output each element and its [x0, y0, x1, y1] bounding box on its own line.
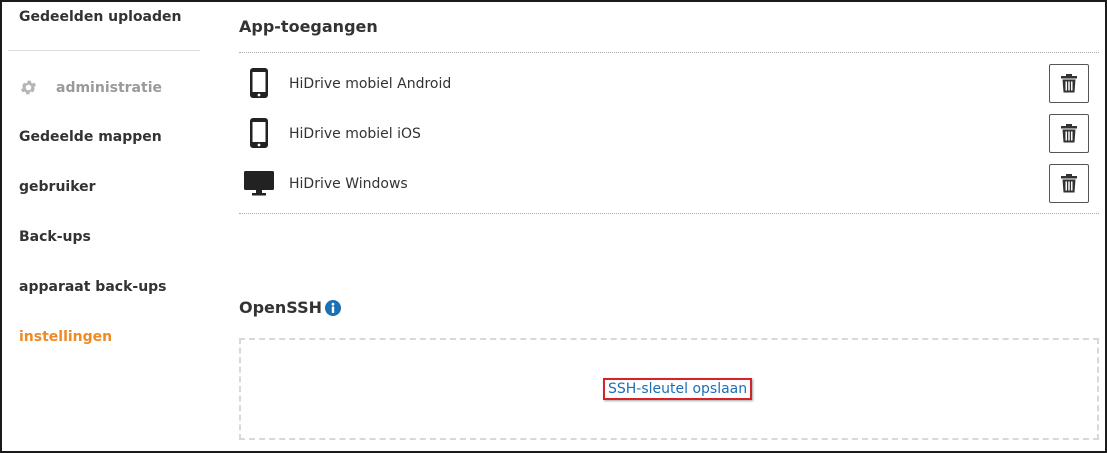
sidebar-section-administration: administratie [19, 78, 162, 97]
save-ssh-key-link[interactable]: SSH-sleutel opslaan [603, 378, 753, 400]
sidebar-item-shared-folders[interactable]: Gedeelde mappen [19, 129, 162, 145]
main-content: App-toegangen HiDrive mobiel Android HiD… [239, 2, 1099, 451]
delete-app-button[interactable] [1049, 64, 1089, 103]
trash-icon [1061, 174, 1077, 193]
sidebar-item-device-backups[interactable]: apparaat back-ups [19, 279, 167, 295]
app-row: HiDrive Windows [239, 164, 1099, 204]
desktop-monitor-icon [243, 166, 275, 200]
sidebar: Gedeelden uploaden administratie Gedeeld… [8, 2, 200, 451]
app-row: HiDrive mobiel Android [239, 64, 1099, 104]
delete-app-button[interactable] [1049, 164, 1089, 203]
gear-icon [20, 80, 37, 95]
trash-icon [1061, 124, 1077, 143]
app-name: HiDrive mobiel iOS [289, 126, 421, 142]
app-name: HiDrive Windows [289, 176, 408, 192]
trash-icon [1061, 74, 1077, 93]
section-divider [239, 52, 1099, 53]
app-access-title: App-toegangen [239, 17, 378, 36]
smartphone-icon [243, 116, 275, 150]
app-name: HiDrive mobiel Android [289, 76, 452, 92]
sidebar-divider [8, 50, 200, 51]
app-window: Gedeelden uploaden administratie Gedeeld… [0, 0, 1107, 453]
sidebar-section-label: administratie [56, 79, 162, 96]
section-divider [239, 213, 1099, 214]
sidebar-item-users[interactable]: gebruiker [19, 179, 96, 195]
openssh-title: OpenSSH [239, 298, 323, 317]
info-icon[interactable] [325, 300, 341, 316]
sidebar-item-settings[interactable]: instellingen [19, 329, 112, 345]
ssh-key-dropzone[interactable]: SSH-sleutel opslaan [239, 338, 1099, 440]
sidebar-item-shared-uploads[interactable]: Gedeelden uploaden [19, 9, 182, 25]
smartphone-icon [243, 66, 275, 100]
delete-app-button[interactable] [1049, 114, 1089, 153]
sidebar-item-backups[interactable]: Back-ups [19, 229, 91, 245]
app-row: HiDrive mobiel iOS [239, 114, 1099, 154]
